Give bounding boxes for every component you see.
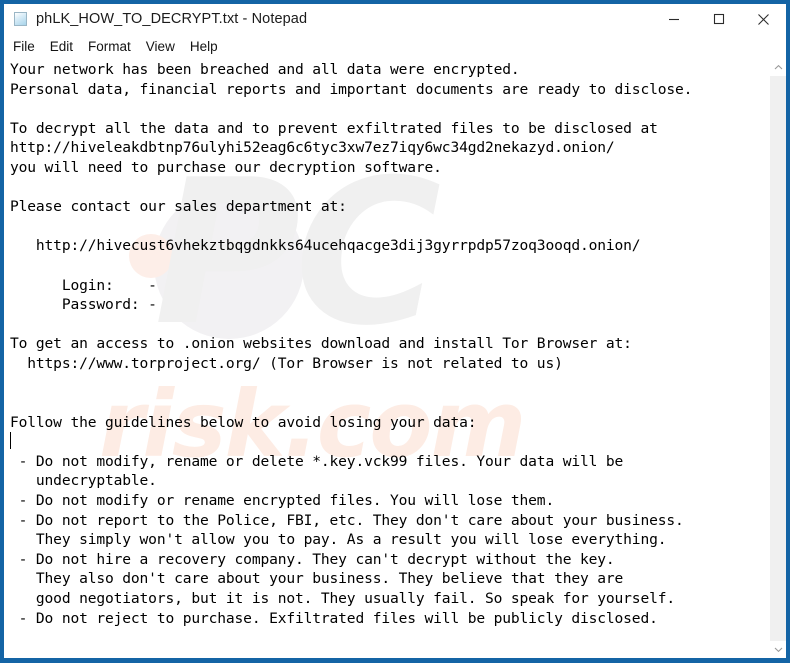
minimize-button[interactable] <box>651 4 696 34</box>
menu-item-view[interactable]: View <box>146 39 175 54</box>
chevron-down-icon <box>774 647 782 653</box>
maximize-button[interactable] <box>696 4 741 34</box>
notepad-window: phLK_HOW_TO_DECRYPT.txt - Notepad File E… <box>0 0 790 663</box>
title-bar[interactable]: phLK_HOW_TO_DECRYPT.txt - Notepad <box>4 4 786 34</box>
menu-item-file[interactable]: File <box>13 39 35 54</box>
vertical-scrollbar[interactable] <box>769 59 786 658</box>
menu-item-edit[interactable]: Edit <box>50 39 73 54</box>
maximize-icon <box>713 13 724 25</box>
text-document-icon <box>13 11 29 27</box>
menu-item-help[interactable]: Help <box>190 39 218 54</box>
scroll-down-button[interactable] <box>770 641 786 658</box>
scrollbar-track[interactable] <box>770 76 786 641</box>
close-icon <box>758 13 769 25</box>
ransom-note-text[interactable]: Your network has been breached and all d… <box>10 60 769 628</box>
text-caret <box>10 432 11 449</box>
editor-area: PC risk.com Your network has been breach… <box>4 59 786 658</box>
window-controls <box>651 4 786 34</box>
window-title: phLK_HOW_TO_DECRYPT.txt - Notepad <box>36 11 308 27</box>
scrollbar-thumb[interactable] <box>770 76 786 562</box>
chevron-up-icon <box>774 64 782 70</box>
menu-bar: File Edit Format View Help <box>4 34 786 59</box>
scroll-up-button[interactable] <box>770 59 786 76</box>
menu-item-format[interactable]: Format <box>88 39 131 54</box>
close-button[interactable] <box>741 4 786 34</box>
minimize-icon <box>668 18 679 21</box>
text-edit-surface[interactable]: PC risk.com Your network has been breach… <box>4 59 769 658</box>
